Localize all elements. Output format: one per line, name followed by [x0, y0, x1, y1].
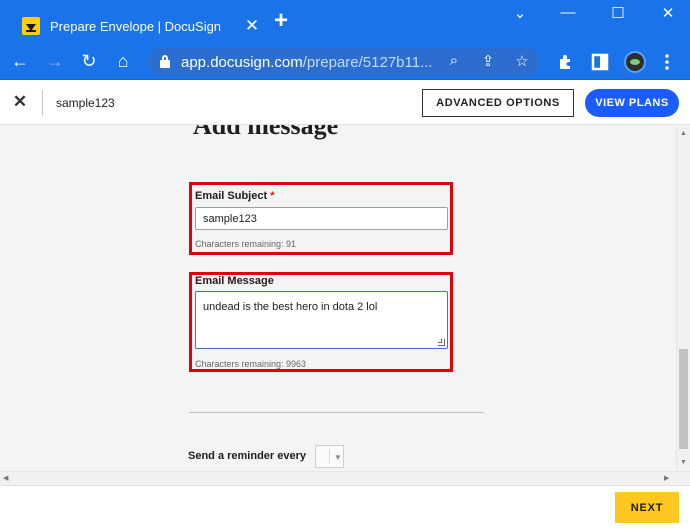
- advanced-options-button[interactable]: ADVANCED OPTIONS: [422, 89, 574, 117]
- email-message-label: Email Message: [195, 275, 274, 287]
- app-header: ✕ sample123 ADVANCED OPTIONS VIEW PLANS: [0, 80, 690, 125]
- bookmark-star-icon[interactable]: ☆: [512, 52, 532, 70]
- maximize-button[interactable]: ☐: [598, 4, 638, 22]
- tab-search-chevron-icon[interactable]: ⌄: [500, 4, 540, 22]
- view-plans-button[interactable]: VIEW PLANS: [585, 89, 679, 117]
- extensions-puzzle-icon[interactable]: [557, 53, 575, 71]
- back-icon[interactable]: ←: [9, 51, 31, 71]
- scroll-up-icon[interactable]: ▲: [680, 130, 687, 137]
- envelope-name: sample123: [56, 96, 115, 110]
- tab-close-icon[interactable]: ✕: [242, 16, 262, 36]
- email-subject-input[interactable]: sample123: [195, 207, 448, 230]
- reminder-frequency-select[interactable]: ▼: [315, 445, 344, 468]
- close-icon[interactable]: ✕: [12, 92, 28, 112]
- chevron-down-icon: ▼: [334, 453, 342, 462]
- zoom-icon[interactable]: ⌕: [444, 52, 464, 69]
- tab-title: Prepare Envelope | DocuSign: [50, 19, 222, 34]
- resize-grip-icon[interactable]: [438, 339, 445, 346]
- share-icon[interactable]: ⇪: [478, 52, 498, 70]
- vertical-scrollbar[interactable]: ▲ ▼: [676, 125, 690, 471]
- section-divider: [189, 412, 484, 413]
- url-text: app.docusign.com/prepare/5127b11...: [181, 54, 433, 71]
- browser-tab[interactable]: Prepare Envelope | DocuSign ✕: [6, 5, 264, 43]
- address-bar[interactable]: app.docusign.com/prepare/5127b11... ⌕ ⇪ …: [148, 48, 540, 76]
- section-heading: Add message: [193, 125, 339, 140]
- minimize-button[interactable]: —: [548, 4, 588, 21]
- reload-icon[interactable]: ↻: [78, 51, 100, 71]
- scrollbar-thumb[interactable]: [679, 349, 688, 449]
- scroll-left-icon[interactable]: ◀: [3, 474, 8, 482]
- window-close-button[interactable]: ✕: [648, 4, 688, 22]
- next-button[interactable]: NEXT: [615, 492, 679, 523]
- home-icon[interactable]: ⌂: [112, 51, 134, 71]
- email-message-textarea[interactable]: undead is the best hero in dota 2 lol: [195, 291, 448, 349]
- new-tab-button[interactable]: +: [274, 9, 288, 33]
- lock-icon[interactable]: [160, 55, 170, 68]
- url-host: app.docusign.com: [181, 54, 303, 71]
- email-subject-label: Email Subject *: [195, 190, 274, 202]
- profile-avatar[interactable]: [624, 51, 646, 73]
- browser-titlebar: Prepare Envelope | DocuSign ✕ + ⌄ — ☐ ✕: [0, 0, 690, 43]
- email-message-hint: Characters remaining: 9963: [195, 359, 307, 369]
- side-panel-icon[interactable]: [591, 53, 609, 71]
- horizontal-scrollbar[interactable]: ◀ ▶: [0, 471, 690, 485]
- form-content: Add message Email Subject * sample123 Ch…: [0, 125, 676, 471]
- scroll-right-icon[interactable]: ▶: [664, 474, 669, 482]
- footer-bar: NEXT: [0, 485, 690, 529]
- email-subject-label-text: Email Subject: [195, 190, 268, 202]
- scroll-down-icon[interactable]: ▼: [680, 459, 687, 466]
- reminder-label: Send a reminder every: [188, 450, 307, 462]
- email-message-text: undead is the best hero in dota 2 lol: [203, 301, 378, 313]
- more-menu-icon[interactable]: [662, 53, 672, 71]
- url-path: /prepare/5127b11...: [302, 54, 433, 71]
- forward-icon[interactable]: →: [44, 51, 66, 71]
- browser-toolbar: ← → ↻ ⌂ app.docusign.com/prepare/5127b11…: [0, 43, 690, 80]
- email-subject-hint: Characters remaining: 91: [195, 239, 297, 249]
- required-mark: *: [270, 190, 275, 202]
- docusign-favicon-icon: [22, 17, 40, 35]
- header-divider: [42, 90, 43, 116]
